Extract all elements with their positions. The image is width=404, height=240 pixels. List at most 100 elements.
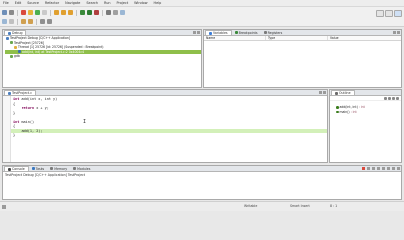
outline-item-main[interactable]: main() : int (330, 110, 401, 115)
stackframe-icon (18, 50, 21, 54)
tab-breakpoints[interactable]: Breakpoints (232, 30, 261, 35)
terminate-icon[interactable] (21, 10, 26, 15)
tab-debug[interactable]: Debug (4, 30, 27, 35)
tab-breakpoints-label: Breakpoints (238, 30, 258, 35)
tab-outline[interactable]: Outline (331, 90, 355, 95)
step-return-icon[interactable] (68, 10, 73, 15)
menu-project[interactable]: Project (117, 1, 129, 5)
menu-navigate[interactable]: Navigate (65, 1, 80, 5)
debug-process-label: TestProject [25726] (14, 40, 44, 45)
variables-icon (209, 31, 212, 35)
variables-view: Variables Breakpoints Registers Name Typ… (203, 29, 402, 88)
debug-view-controls (193, 31, 200, 34)
clear-console-icon[interactable] (372, 167, 375, 170)
tab-debug-label: Debug (12, 31, 23, 35)
external-tools-icon[interactable] (94, 10, 99, 15)
hide-fields-icon[interactable] (388, 97, 391, 100)
code-text: { (13, 124, 16, 129)
view-menu-icon[interactable] (396, 97, 399, 100)
code-text: add(1, 2); (21, 128, 43, 133)
menu-run[interactable]: Run (104, 1, 111, 5)
debug-icon[interactable] (80, 10, 85, 15)
tab-modules[interactable]: Modules (70, 166, 93, 171)
run-icon[interactable] (87, 10, 92, 15)
fast-view-icon[interactable] (2, 205, 6, 209)
minimize-icon[interactable] (193, 31, 196, 34)
variables-tabbar: Variables Breakpoints Registers (204, 30, 401, 36)
open-folder-icon[interactable] (9, 19, 14, 24)
build-icon[interactable] (113, 10, 118, 15)
minimize-icon[interactable] (393, 31, 396, 34)
console-view-controls (362, 167, 400, 170)
debug-perspective-button[interactable] (394, 9, 402, 17)
console-title: TestProject Debug [C/C++ Application] Te… (5, 173, 86, 177)
new-project-icon[interactable] (2, 19, 7, 24)
tab-editor-file[interactable]: TestProject.c (4, 90, 36, 95)
tab-registers-label: Registers (267, 30, 283, 35)
code-line[interactable]: } (3, 133, 327, 138)
cpp-perspective-button[interactable] (385, 9, 393, 17)
menu-file[interactable]: File (3, 1, 9, 5)
outline-tabbar: Outline (330, 90, 401, 96)
minimize-icon[interactable] (392, 167, 395, 170)
column-type[interactable]: Type (266, 36, 328, 40)
editor-gutter[interactable] (3, 96, 11, 162)
save-icon[interactable] (9, 10, 14, 15)
menu-source[interactable]: Source (27, 1, 39, 5)
sort-icon[interactable] (384, 97, 387, 100)
code-area[interactable]: int add(int x, int y){ return x + y;} int… (3, 96, 327, 162)
hide-static-icon[interactable] (392, 97, 395, 100)
toolbar-separator (102, 9, 103, 16)
annotation-next-icon[interactable] (28, 19, 33, 24)
tab-variables[interactable]: Variables (205, 30, 232, 35)
maximize-icon[interactable] (397, 31, 400, 34)
pin-console-icon[interactable] (382, 167, 385, 170)
new-icon[interactable] (2, 10, 7, 15)
debug-gdb-item[interactable]: gdb (5, 54, 201, 59)
process-icon (10, 41, 13, 45)
column-name[interactable]: Name (204, 36, 266, 40)
terminate-icon[interactable] (362, 167, 365, 170)
outline-item-main-name: main() (339, 109, 350, 114)
tab-tasks[interactable]: Tasks (29, 166, 48, 171)
menu-help[interactable]: Help (154, 1, 162, 5)
maximize-icon[interactable] (323, 91, 326, 94)
disconnect-icon[interactable] (42, 10, 47, 15)
maximize-icon[interactable] (397, 167, 400, 170)
step-over-icon[interactable] (61, 10, 66, 15)
debug-view: Debug TestProject Debug [C/C++ Applicati… (2, 29, 202, 88)
resume-icon[interactable] (35, 10, 40, 15)
breakpoints-icon (234, 31, 238, 34)
toolbar-row-1 (2, 8, 125, 17)
minimize-icon[interactable] (319, 91, 322, 94)
debug-tabbar: Debug (3, 30, 201, 36)
menu-edit[interactable]: Edit (15, 1, 22, 5)
code-text: { (13, 101, 16, 106)
tab-console[interactable]: Console (4, 166, 29, 171)
menu-search[interactable]: Search (86, 1, 98, 5)
display-console-icon[interactable] (387, 167, 390, 170)
remove-launch-icon[interactable] (367, 167, 370, 170)
perspective-switcher (376, 9, 402, 17)
suspend-icon[interactable] (28, 10, 33, 15)
annotation-prev-icon[interactable] (21, 19, 26, 24)
forward-icon[interactable] (47, 19, 52, 24)
back-icon[interactable] (40, 19, 45, 24)
menu-window[interactable]: Window (134, 1, 147, 5)
open-type-icon[interactable] (120, 10, 125, 15)
step-into-icon[interactable] (54, 10, 59, 15)
menu-refactor[interactable]: Refactor (45, 1, 59, 5)
tab-registers[interactable]: Registers (261, 30, 286, 35)
tab-outline-label: Outline (339, 91, 351, 95)
maximize-icon[interactable] (197, 31, 200, 34)
scroll-lock-icon[interactable] (377, 167, 380, 170)
search-icon[interactable] (106, 10, 111, 15)
column-value[interactable]: Value (328, 36, 401, 40)
tab-memory[interactable]: Memory (47, 166, 70, 171)
tab-editor-file-label: TestProject.c (12, 91, 32, 95)
toolbar-separator (17, 9, 18, 16)
modules-icon (73, 167, 77, 170)
open-perspective-button[interactable] (376, 9, 384, 17)
code-text: main() (19, 119, 35, 124)
